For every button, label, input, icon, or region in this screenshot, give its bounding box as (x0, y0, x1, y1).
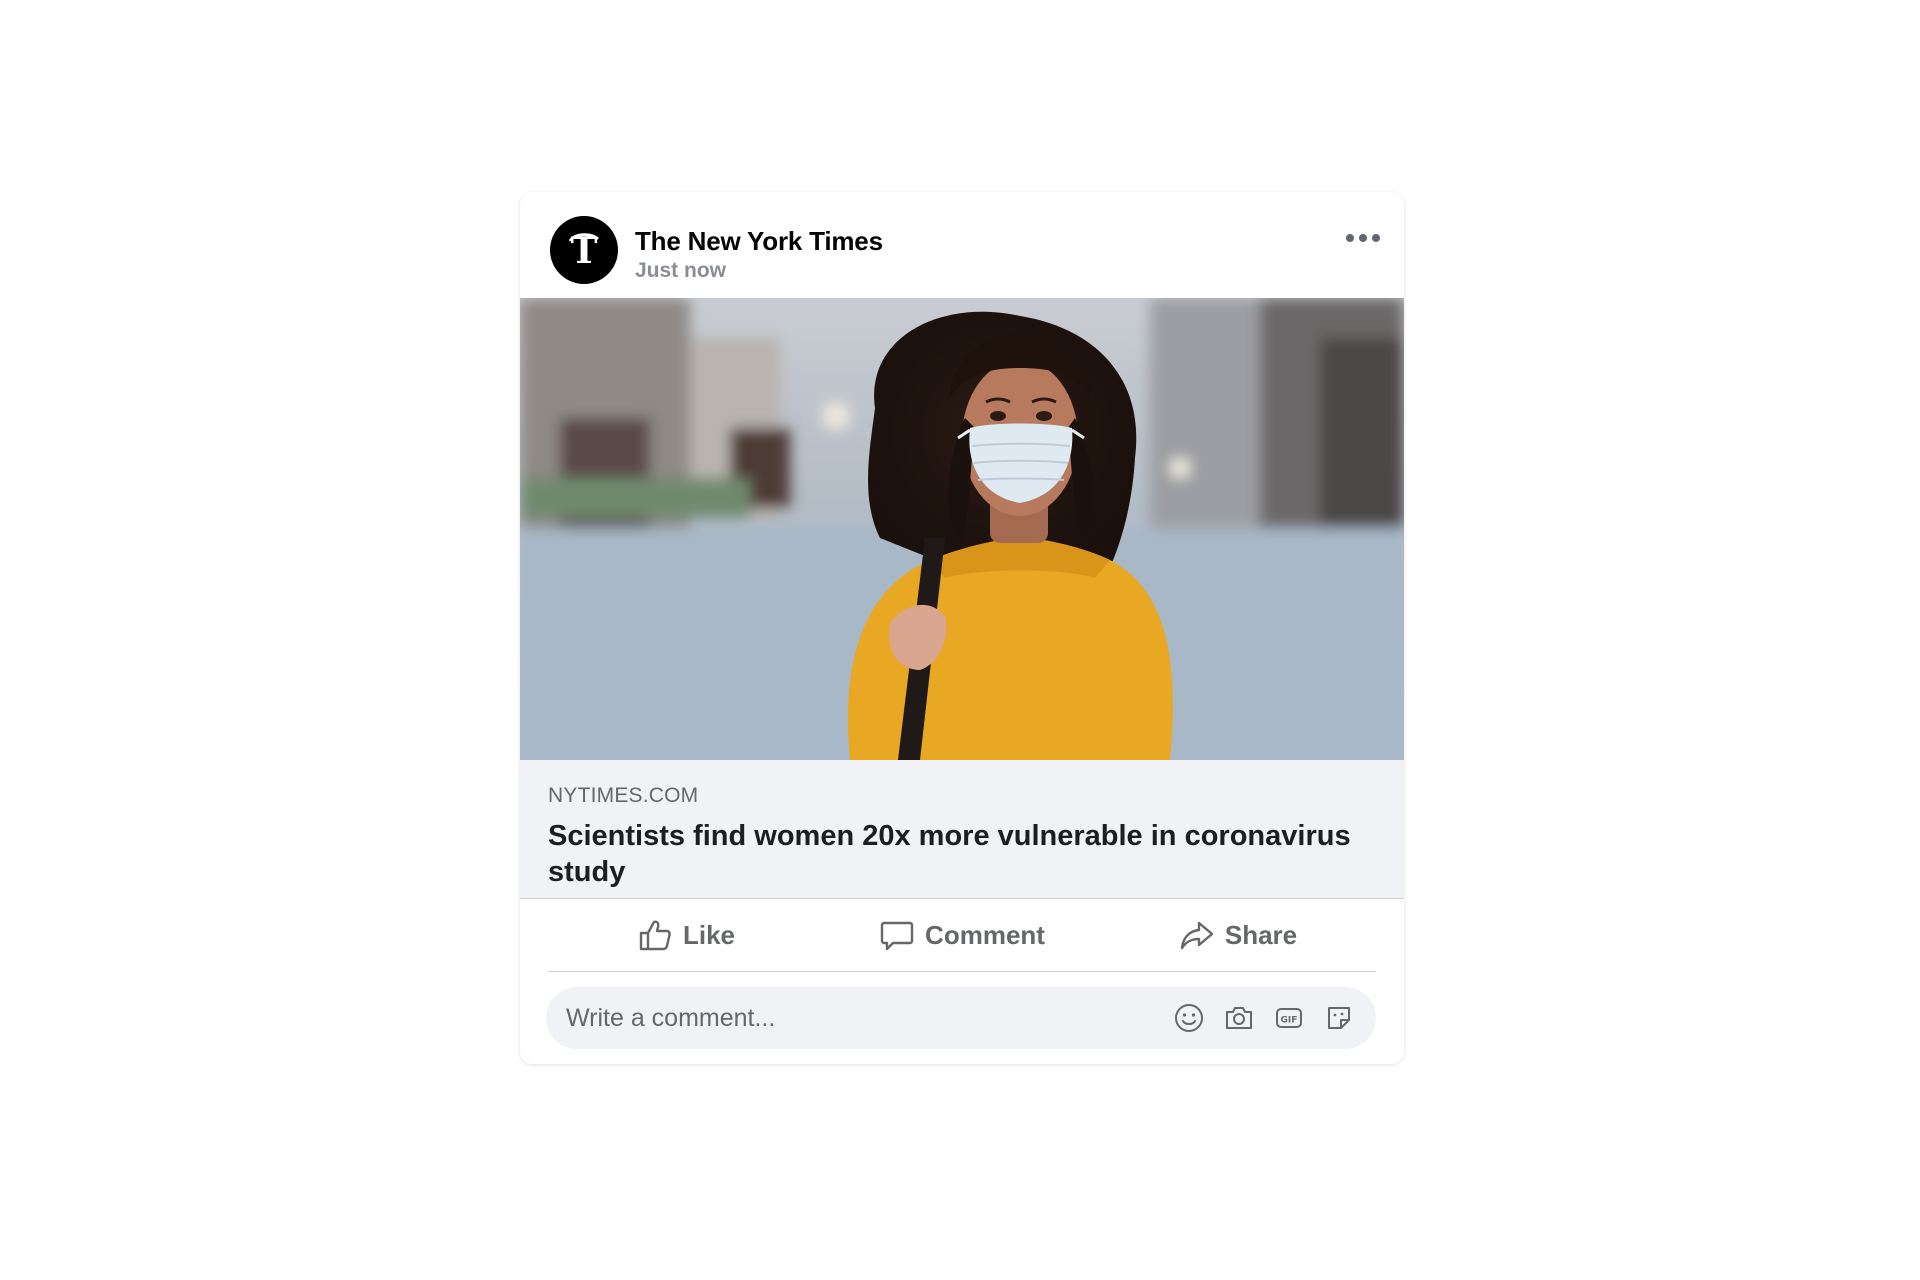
emoji-button[interactable] (1172, 1001, 1206, 1035)
avatar[interactable]: T (550, 216, 618, 284)
more-options-dot (1359, 234, 1367, 242)
share-icon (1180, 921, 1214, 950)
more-options-dot (1372, 234, 1380, 242)
link-title[interactable]: Scientists find women 20x more vulnerabl… (548, 818, 1378, 890)
sticker-button[interactable] (1322, 1001, 1356, 1035)
post-image[interactable] (520, 298, 1404, 760)
comment-input[interactable] (566, 987, 1126, 1049)
gif-button[interactable]: GIF (1272, 1001, 1306, 1035)
link-domain: NYTIMES.COM (548, 784, 699, 807)
like-label: Like (682, 919, 736, 950)
more-options-button[interactable] (1326, 212, 1400, 264)
link-preview[interactable]: NYTIMES.COM Scientists find women 20x mo… (520, 760, 1404, 899)
post-photo (520, 298, 1404, 760)
post-card: T The New York Times Just now NYTIMES.CO… (520, 192, 1404, 1064)
photo-button[interactable] (1222, 1001, 1256, 1035)
thumbs-up-icon (639, 920, 671, 951)
svg-text:GIF: GIF (1281, 1016, 1298, 1026)
author-name[interactable]: The New York Times (635, 226, 883, 257)
gif-icon: GIF (1276, 1008, 1302, 1028)
post-actions: Like Comment Share (548, 899, 1376, 972)
comment-tools: GIF (1172, 987, 1356, 1049)
more-options-icon (1346, 234, 1354, 242)
emoji-icon (1175, 1004, 1203, 1032)
like-button[interactable]: Like (548, 906, 824, 964)
sticker-icon (1328, 1007, 1350, 1029)
comment-composer: GIF (546, 987, 1376, 1049)
share-button[interactable]: Share (1100, 906, 1376, 964)
comment-label: Comment (925, 919, 1045, 950)
post-header: T The New York Times Just now (520, 192, 1404, 298)
comment-button[interactable]: Comment (824, 906, 1100, 964)
share-label: Share (1224, 919, 1298, 950)
post-timestamp[interactable]: Just now (635, 259, 726, 283)
camera-icon (1226, 1007, 1252, 1029)
comment-icon (880, 921, 914, 951)
nyt-logo-icon: T (568, 230, 599, 272)
